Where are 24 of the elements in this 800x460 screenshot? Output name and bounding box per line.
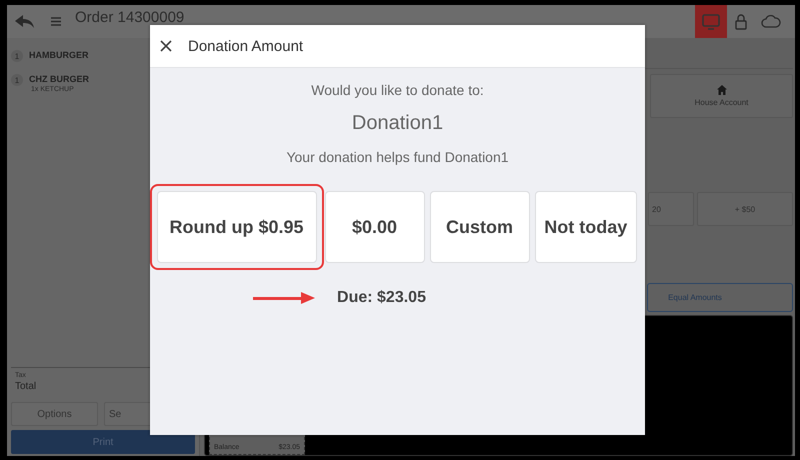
order-title: Order 14300009	[75, 10, 184, 25]
item-name[interactable]: HAMBURGER	[29, 50, 88, 60]
tile-label: House Account	[694, 98, 748, 107]
dialog-title: Donation Amount	[188, 38, 304, 54]
cloud-icon[interactable]	[761, 15, 781, 28]
menu-icon[interactable]	[51, 17, 61, 26]
back-icon[interactable]	[15, 14, 35, 28]
donation-option-button[interactable]: Custom	[430, 191, 530, 263]
close-icon[interactable]	[160, 40, 172, 52]
donation-option-button[interactable]: Not today	[534, 191, 637, 263]
amount-due: Due: $23.05	[337, 289, 426, 307]
charity-name: Donation1	[352, 112, 444, 135]
equal-amounts-button[interactable]: Equal Amounts	[647, 283, 793, 312]
monitor-icon	[702, 14, 720, 30]
donation-prompt: Would you like to donate to:	[311, 82, 484, 98]
house-icon	[716, 85, 726, 95]
donation-note: Your donation helps fund Donation1	[286, 149, 509, 165]
donation-option-button[interactable]: Round up $0.95	[156, 191, 316, 263]
item-name[interactable]: CHZ BURGER	[29, 74, 89, 84]
total-label: Total	[15, 381, 38, 392]
house-account-tile[interactable]: House Account	[650, 74, 793, 118]
donation-option-button[interactable]: $0.00	[324, 191, 424, 263]
lock-icon[interactable]	[735, 14, 747, 30]
arrow-annotation	[253, 292, 316, 304]
